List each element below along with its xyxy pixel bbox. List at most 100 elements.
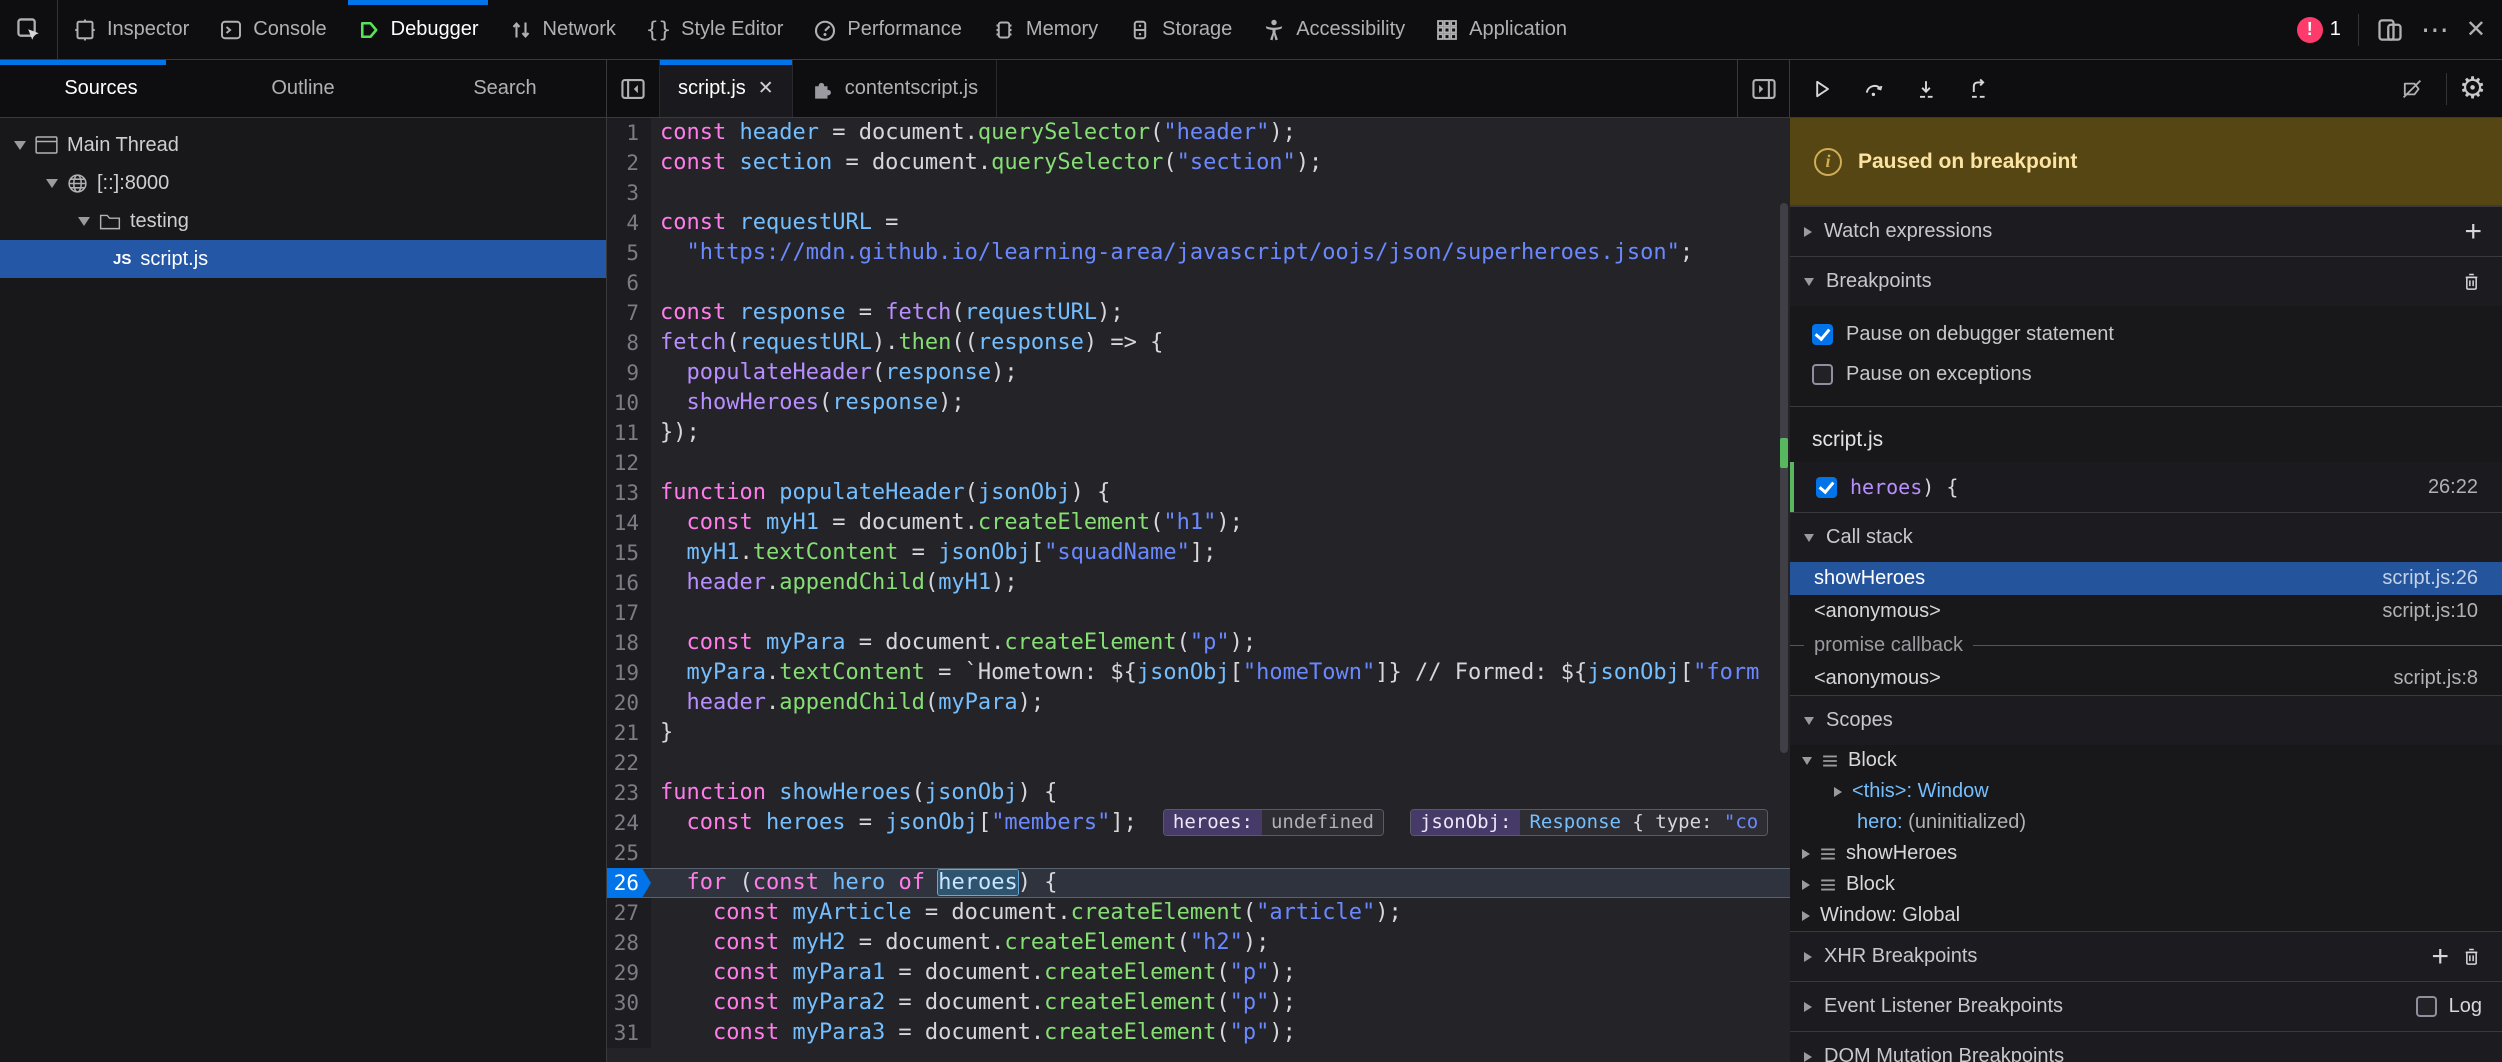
tab-debugger[interactable]: Debugger	[342, 0, 494, 59]
line-number[interactable]: 28	[607, 928, 651, 958]
code-text[interactable]: const requestURL =	[651, 208, 898, 238]
code-text[interactable]: function showHeroes(jsonObj) {	[651, 778, 1057, 808]
scope-block-2[interactable]: Block	[1790, 869, 2502, 900]
tab-application[interactable]: Application	[1420, 0, 1582, 59]
tab-performance[interactable]: Performance	[798, 0, 977, 59]
tree-item-scriptjs[interactable]: JS script.js	[0, 240, 606, 278]
code-text[interactable]: const myPara3 = document.createElement("…	[651, 1018, 1296, 1048]
pause-on-exceptions-row[interactable]: Pause on exceptions	[1790, 354, 2502, 394]
breakpoints-header[interactable]: Breakpoints	[1790, 256, 2502, 306]
disable-breakpoints-button[interactable]	[2390, 67, 2434, 111]
code-text[interactable]: fetch(requestURL).then((response) => {	[651, 328, 1163, 358]
tab-storage[interactable]: Storage	[1113, 0, 1247, 59]
step-over-button[interactable]	[1852, 67, 1896, 111]
code-text[interactable]	[651, 748, 660, 778]
node-picker-button[interactable]	[0, 0, 58, 59]
code-text[interactable]: populateHeader(response);	[651, 358, 1018, 388]
code-text[interactable]	[651, 838, 660, 868]
line-number[interactable]: 14	[607, 508, 651, 538]
editor-tab-scriptjs[interactable]: script.js ✕	[659, 60, 793, 117]
step-in-button[interactable]	[1904, 67, 1948, 111]
code-text[interactable]	[651, 448, 660, 478]
scope-var-hero[interactable]: hero: (uninitialized)	[1790, 807, 2502, 838]
tab-memory[interactable]: Memory	[977, 0, 1113, 59]
tab-console[interactable]: Console	[204, 0, 341, 59]
line-number[interactable]: 31	[607, 1018, 651, 1048]
code-text[interactable]: myH1.textContent = jsonObj["squadName"];	[651, 538, 1216, 568]
line-number[interactable]: 1	[607, 118, 651, 148]
scope-var-this[interactable]: <this>: Window	[1790, 776, 2502, 807]
code-text[interactable]	[651, 598, 660, 628]
line-number[interactable]: 10	[607, 388, 651, 418]
watch-expressions-header[interactable]: Watch expressions +	[1790, 206, 2502, 256]
code-text[interactable]: myPara.textContent = `Hometown: ${jsonOb…	[651, 658, 1759, 688]
code-text[interactable]: header.appendChild(myPara);	[651, 688, 1044, 718]
code-text[interactable]: const response = fetch(requestURL);	[651, 298, 1124, 328]
line-number[interactable]: 11	[607, 418, 651, 448]
code-text[interactable]: const myArticle = document.createElement…	[651, 898, 1402, 928]
collapse-sources-button[interactable]	[607, 60, 659, 117]
line-number[interactable]: 26	[607, 868, 651, 898]
line-number[interactable]: 2	[607, 148, 651, 178]
tab-accessibility[interactable]: Accessibility	[1247, 0, 1420, 59]
scopes-header[interactable]: Scopes	[1790, 695, 2502, 745]
code-text[interactable]: });	[651, 418, 700, 448]
meatball-menu-icon[interactable]: ⋯	[2421, 16, 2449, 44]
line-number[interactable]: 8	[607, 328, 651, 358]
stack-frame[interactable]: <anonymous> script.js:8	[1790, 662, 2502, 695]
stack-frame[interactable]: showHeroes script.js:26	[1790, 562, 2502, 595]
remove-breakpoints-trash-icon[interactable]	[2461, 271, 2482, 292]
log-checkbox[interactable]	[2416, 996, 2437, 1017]
code-text[interactable]: const section = document.querySelector("…	[651, 148, 1322, 178]
code-text[interactable]: for (const hero of heroes) {	[651, 868, 1057, 898]
remove-xhr-breakpoints-trash-icon[interactable]	[2461, 946, 2482, 967]
code-editor[interactable]: 1const header = document.querySelector("…	[607, 118, 1790, 1062]
line-number[interactable]: 20	[607, 688, 651, 718]
breakpoint-source-heading[interactable]: script.js	[1790, 406, 2502, 462]
tree-item-testing-folder[interactable]: testing	[0, 202, 606, 240]
line-number[interactable]: 30	[607, 988, 651, 1018]
line-number[interactable]: 18	[607, 628, 651, 658]
line-number[interactable]: 9	[607, 358, 651, 388]
expander-icon[interactable]	[14, 141, 26, 150]
xhr-breakpoints-header[interactable]: XHR Breakpoints +	[1790, 931, 2502, 981]
tab-style-editor[interactable]: {} Style Editor	[631, 0, 799, 59]
line-number[interactable]: 3	[607, 178, 651, 208]
line-number[interactable]: 13	[607, 478, 651, 508]
line-number[interactable]: 6	[607, 268, 651, 298]
pause-on-debugger-statement-row[interactable]: Pause on debugger statement	[1790, 314, 2502, 354]
editor-tab-contentscript[interactable]: contentscript.js	[793, 60, 997, 117]
line-number[interactable]: 24	[607, 808, 651, 838]
breakpoint-item[interactable]: heroes) { 26:22	[1790, 462, 2502, 512]
breakpoint-checkbox[interactable]	[1816, 477, 1837, 498]
line-number[interactable]: 17	[607, 598, 651, 628]
line-number[interactable]: 5	[607, 238, 651, 268]
code-text[interactable]: header.appendChild(myH1);	[651, 568, 1018, 598]
add-watch-expression-icon[interactable]: +	[2464, 217, 2482, 247]
line-number[interactable]: 23	[607, 778, 651, 808]
debugger-settings-gear-icon[interactable]: ⚙	[2459, 74, 2486, 104]
line-number[interactable]: 22	[607, 748, 651, 778]
expander-icon[interactable]	[46, 179, 58, 188]
dom-mutation-breakpoints-header[interactable]: DOM Mutation Breakpoints	[1790, 1031, 2502, 1062]
scope-showheroes[interactable]: showHeroes	[1790, 838, 2502, 869]
line-number[interactable]: 12	[607, 448, 651, 478]
tab-inspector[interactable]: Inspector	[58, 0, 204, 59]
code-text[interactable]: function populateHeader(jsonObj) {	[651, 478, 1110, 508]
code-text[interactable]: }	[651, 718, 673, 748]
event-listener-breakpoints-header[interactable]: Event Listener Breakpoints Log	[1790, 981, 2502, 1031]
line-number[interactable]: 21	[607, 718, 651, 748]
line-number[interactable]: 15	[607, 538, 651, 568]
line-number[interactable]: 29	[607, 958, 651, 988]
line-number[interactable]: 19	[607, 658, 651, 688]
close-devtools-icon[interactable]: ✕	[2466, 18, 2486, 42]
code-text[interactable]	[651, 268, 660, 298]
inline-preview-badge[interactable]: jsonObj:Response { type: "co	[1410, 809, 1768, 836]
add-xhr-breakpoint-icon[interactable]: +	[2431, 942, 2449, 972]
code-text[interactable]: const heroes = jsonObj["members"];heroes…	[651, 808, 1768, 838]
line-number[interactable]: 7	[607, 298, 651, 328]
line-number[interactable]: 25	[607, 838, 651, 868]
tab-search[interactable]: Search	[404, 60, 606, 117]
code-text[interactable]: const myH1 = document.createElement("h1"…	[651, 508, 1243, 538]
scope-block[interactable]: Block	[1790, 745, 2502, 776]
